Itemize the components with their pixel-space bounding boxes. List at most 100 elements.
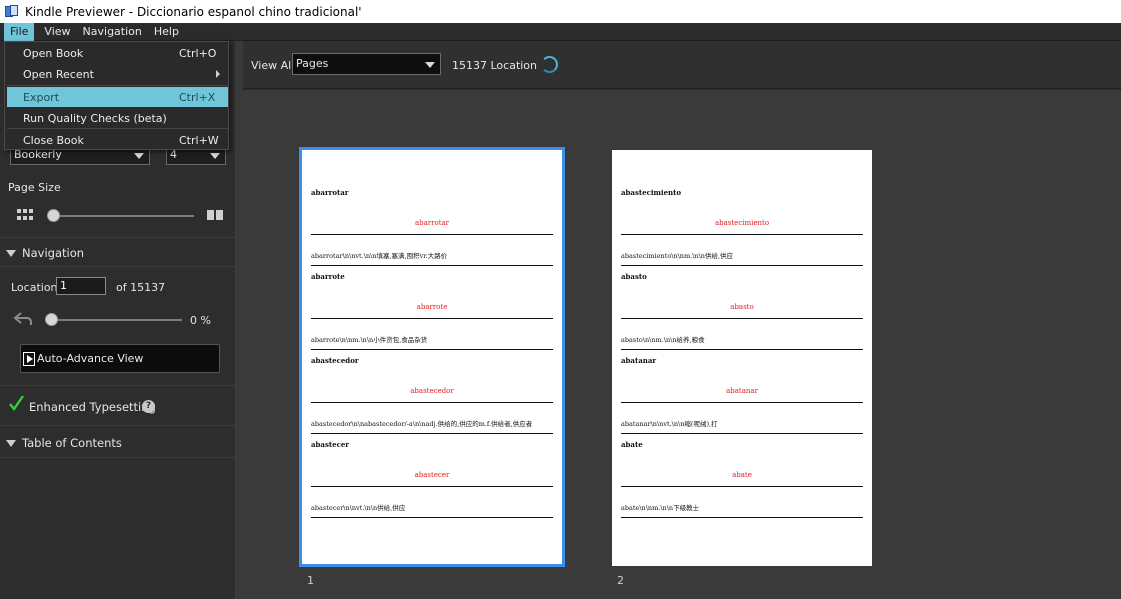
entry-rule: [621, 433, 863, 434]
location-count: 15137 Location: [452, 59, 538, 72]
entry-rule: [621, 265, 863, 266]
auto-advance-button[interactable]: Auto-Advance View: [20, 344, 220, 373]
location-label: Location: [11, 281, 58, 294]
small-pages-icon[interactable]: [17, 209, 33, 221]
entry-rule: [311, 402, 553, 403]
page-size-slider-thumb[interactable]: [47, 209, 60, 222]
menu-item-run-quality-checks[interactable]: Run Quality Checks (beta): [7, 108, 228, 128]
page-number: 1: [307, 574, 314, 587]
menu-item-shortcut: Ctrl+W: [179, 133, 219, 147]
entry-rule: [621, 318, 863, 319]
entry-headword: abatanar: [621, 356, 657, 365]
menu-item-shortcut: Ctrl+X: [179, 90, 216, 104]
entry-rule: [621, 234, 863, 235]
entry-title: abarrotar: [414, 219, 450, 227]
panel-splitter[interactable]: [236, 41, 243, 599]
view-all-label: View All: [251, 59, 295, 72]
kindle-previewer-icon: [4, 4, 19, 19]
entry-rule: [311, 318, 553, 319]
entry-headword: abastecer: [311, 440, 349, 449]
entry-headword: abastecedor: [311, 356, 359, 365]
menu-item-export[interactable]: Export Ctrl+X: [7, 87, 228, 107]
file-menu-dropdown: Open Book Ctrl+O Open Recent Export Ctrl…: [4, 41, 229, 150]
entry-rule: [311, 265, 553, 266]
entry-title: abastecedor: [410, 387, 454, 395]
navigation-section-header[interactable]: Navigation: [0, 239, 236, 267]
menu-view[interactable]: View: [38, 23, 76, 41]
menu-bar: File View Navigation Help: [0, 22, 1121, 41]
book-page[interactable]: abarrotar abarrotar abarrotar\n\nvt.\n\n填塞…: [299, 147, 565, 567]
view-mode-value: Pages: [296, 57, 329, 70]
menu-item-label: Run Quality Checks (beta): [23, 111, 167, 125]
menu-item-label: Open Book: [23, 46, 84, 60]
menu-item-open-recent[interactable]: Open Recent: [7, 64, 228, 84]
title-bar: Kindle Previewer - Diccionario espanol c…: [0, 0, 1121, 23]
menu-help[interactable]: Help: [148, 23, 185, 41]
submenu-arrow-icon: [216, 70, 220, 78]
loading-spinner-icon: [541, 56, 558, 73]
page-number: 2: [617, 574, 624, 587]
entry-rule: [311, 234, 553, 235]
menu-item-shortcut: Ctrl+O: [179, 46, 217, 60]
location-total: of 15137: [116, 281, 166, 294]
entry-rule: [311, 517, 553, 518]
entry-definition: abastecer\n\nvt.\n\n供给,供应: [311, 504, 406, 512]
chevron-down-icon: [134, 153, 144, 159]
play-icon: [23, 351, 35, 366]
navigation-section-label: Navigation: [22, 246, 85, 260]
entry-rule: [621, 517, 863, 518]
entry-title: abastecer: [414, 471, 450, 479]
entry-rule: [311, 486, 553, 487]
large-pages-icon[interactable]: [207, 210, 223, 221]
menu-item-label: Export: [23, 90, 60, 104]
entry-title: abate: [732, 471, 752, 479]
entry-headword: abarrotar: [311, 188, 349, 197]
entry-definition: abatanar\n\nvt.\n\n缩(呢绒),打: [621, 420, 718, 428]
menu-item-close-book[interactable]: Close Book Ctrl+W: [7, 130, 228, 150]
entry-headword: abate: [621, 440, 643, 449]
entry-headword: abasto: [621, 272, 647, 281]
location-slider-thumb[interactable]: [45, 313, 58, 326]
toc-section-header[interactable]: Table of Contents: [0, 429, 236, 457]
window-title: Kindle Previewer - Diccionario espanol c…: [25, 4, 362, 19]
back-arrow-icon[interactable]: [13, 311, 33, 326]
entry-title: abatanar: [726, 387, 758, 395]
help-icon[interactable]: ?: [142, 400, 155, 413]
menu-navigation[interactable]: Navigation: [77, 23, 148, 41]
entry-title: abarrote: [416, 303, 448, 311]
book-page[interactable]: abastecimiento abastecimiento abastecimien…: [612, 150, 872, 566]
entry-definition: abarrotar\n\nvt.\n\n填塞,塞满,囤积vr.大路价: [311, 252, 448, 260]
chevron-down-icon: [210, 153, 220, 159]
entry-rule: [311, 433, 553, 434]
checkmark-icon: [9, 395, 24, 411]
page-size-label: Page Size: [8, 181, 61, 194]
location-input[interactable]: 1: [56, 277, 106, 295]
progress-percent: 0 %: [190, 314, 211, 327]
entry-rule: [621, 402, 863, 403]
view-mode-select[interactable]: Pages: [292, 53, 441, 75]
menu-item-label: Close Book: [23, 133, 84, 147]
toc-section-label: Table of Contents: [22, 436, 122, 450]
entry-definition: abate\n\nm.\n\n下级教士: [621, 504, 700, 512]
page-size-slider-track[interactable]: [52, 215, 194, 217]
menu-item-open-book[interactable]: Open Book Ctrl+O: [7, 43, 228, 63]
location-slider-track[interactable]: [50, 319, 182, 321]
entry-definition: abasto\n\nm.\n\n给养,粮食: [621, 336, 705, 344]
auto-advance-label: Auto-Advance View: [37, 352, 144, 365]
menu-item-label: Open Recent: [23, 67, 94, 81]
entry-rule: [621, 486, 863, 487]
enhanced-typesetting-label: Enhanced Typesetting: [29, 400, 156, 414]
menu-file[interactable]: File: [4, 22, 35, 41]
entry-definition: abastecimiento\n\nm.\n\n供给,供应: [621, 252, 734, 260]
entry-headword: abastecimiento: [621, 188, 682, 197]
preview-toolbar: View All Pages 15137 Location: [243, 41, 1121, 89]
entry-rule: [311, 349, 553, 350]
entry-definition: abastecedor\n\nabastecedor/-a\n\nadj.供给的…: [311, 420, 533, 428]
entry-rule: [621, 349, 863, 350]
chevron-down-icon: [425, 62, 435, 68]
preview-area: abarrotar abarrotar abarrotar\n\nvt.\n\n填塞…: [243, 90, 1121, 599]
entry-title: abasto: [730, 303, 754, 311]
entry-headword: abarrote: [311, 272, 345, 281]
entry-title: abastecimiento: [714, 219, 770, 227]
collapse-triangle-icon: [6, 249, 16, 257]
